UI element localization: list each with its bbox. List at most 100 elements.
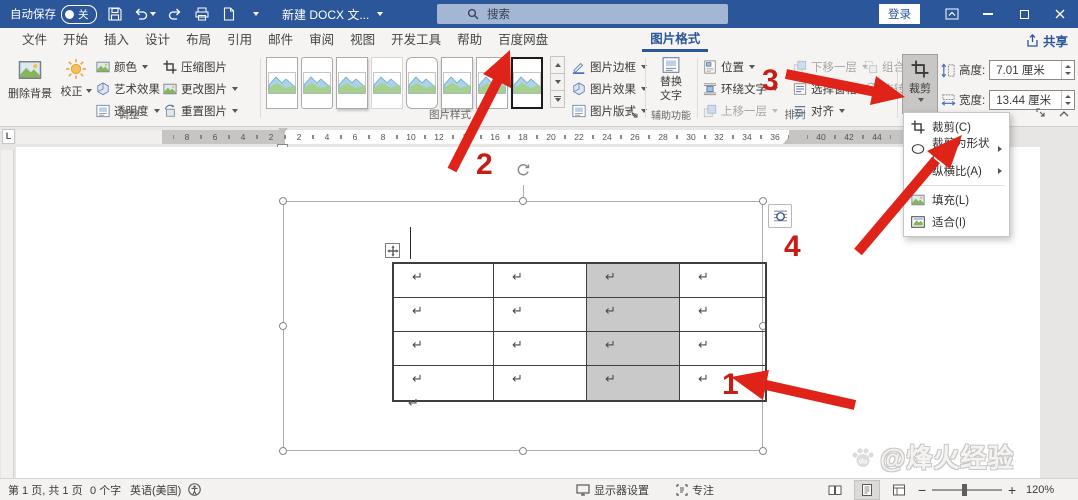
selection-pane-button[interactable]: 选择窗格 — [793, 79, 857, 98]
picture-style-thumbnail-selected[interactable] — [511, 57, 543, 109]
tab-insert[interactable]: 插入 — [96, 24, 137, 52]
height-spinner[interactable] — [1061, 61, 1074, 79]
print-button[interactable] — [193, 2, 211, 26]
document-table[interactable]: ↵↵↵↵↵↵↵↵↵↵↵↵↵↵↵↵ — [392, 262, 767, 402]
share-button[interactable]: 共享 — [1026, 31, 1068, 50]
tab-file[interactable]: 文件 — [14, 24, 55, 52]
quick-access-more-button[interactable] — [247, 2, 265, 26]
document-preview-button[interactable] — [220, 2, 238, 26]
table-move-handle[interactable] — [385, 243, 400, 258]
size-dialog-launcher[interactable] — [1036, 107, 1046, 121]
tab-selector[interactable]: L — [2, 129, 15, 144]
resize-handle-bottom-right[interactable] — [759, 447, 767, 455]
accessibility-checker-icon[interactable] — [188, 479, 201, 500]
document-page[interactable]: ↵↵↵↵↵↵↵↵↵↵↵↵↵↵↵↵ ↵ — [16, 147, 1040, 478]
menu-item-fill[interactable]: 填充(L) — [904, 189, 1009, 211]
picture-style-thumbnail[interactable] — [336, 57, 368, 109]
table-cell[interactable]: ↵ — [587, 366, 680, 400]
table-cell[interactable]: ↵ — [494, 298, 587, 332]
table-cell[interactable]: ↵ — [494, 264, 587, 298]
print-layout-button[interactable] — [854, 480, 880, 500]
right-indent-marker[interactable] — [783, 138, 793, 144]
login-button[interactable]: 登录 — [879, 4, 920, 24]
save-button[interactable] — [106, 2, 124, 26]
resize-handle-bottom-left[interactable] — [279, 447, 287, 455]
tab-home[interactable]: 开始 — [55, 24, 96, 52]
gallery-more-button[interactable] — [550, 90, 565, 108]
tab-developer[interactable]: 开发工具 — [383, 24, 449, 52]
vertical-ruler[interactable] — [1, 150, 14, 478]
read-mode-button[interactable] — [822, 480, 848, 500]
table-cell[interactable]: ↵ — [494, 366, 587, 400]
ribbon-display-options-button[interactable] — [934, 0, 970, 28]
tab-picture-format[interactable]: 图片格式 — [642, 23, 708, 52]
picture-effects-button[interactable]: 图片效果 — [572, 79, 647, 98]
picture-style-thumbnail[interactable] — [406, 57, 438, 109]
table-cell[interactable]: ↵ — [394, 332, 494, 366]
resize-handle-top-right[interactable] — [759, 197, 767, 205]
remove-background-button[interactable]: 删除背景 — [6, 58, 54, 101]
resize-handle-middle-left[interactable] — [279, 322, 287, 330]
web-layout-button[interactable] — [886, 480, 912, 500]
undo-button[interactable] — [133, 2, 157, 26]
autosave-toggle[interactable]: 自动保存 关 — [10, 5, 97, 24]
display-settings-button[interactable]: 显示器设置 — [576, 479, 649, 500]
search-box[interactable]: 搜索 — [437, 4, 728, 24]
picture-style-thumbnail[interactable] — [476, 57, 508, 109]
alt-text-button[interactable]: 替换 文字 — [650, 56, 692, 102]
wrap-text-button[interactable]: 环绕文字 — [703, 79, 778, 98]
compress-pictures-button[interactable]: 压缩图片 — [163, 57, 227, 76]
table-cell[interactable]: ↵ — [394, 264, 494, 298]
table-cell[interactable]: ↵ — [680, 264, 765, 298]
language-indicator[interactable]: 英语(美国) — [130, 479, 181, 500]
table-cell[interactable]: ↵ — [680, 366, 765, 400]
height-input[interactable]: 7.01 厘米 — [989, 60, 1075, 80]
focus-button[interactable]: 专注 — [676, 479, 714, 500]
tab-mailings[interactable]: 邮件 — [260, 24, 301, 52]
picture-style-thumbnail[interactable] — [371, 57, 403, 109]
resize-handle-top-left[interactable] — [279, 197, 287, 205]
tab-baidu-netdisk[interactable]: 百度网盘 — [490, 24, 556, 52]
word-count[interactable]: 0 个字 — [90, 479, 121, 500]
menu-item-aspect-ratio[interactable]: 纵横比(A) — [904, 160, 1009, 182]
close-button[interactable] — [1042, 0, 1078, 28]
tab-view[interactable]: 视图 — [342, 24, 383, 52]
tab-design[interactable]: 设计 — [137, 24, 178, 52]
change-picture-button[interactable]: 更改图片 — [163, 79, 238, 98]
picture-styles-dialog-launcher[interactable] — [629, 108, 639, 122]
table-cell[interactable]: ↵ — [587, 264, 680, 298]
first-line-indent-marker[interactable] — [278, 128, 288, 134]
tab-help[interactable]: 帮助 — [449, 24, 490, 52]
page-indicator[interactable]: 第 1 页, 共 1 页 — [8, 479, 83, 500]
maximize-button[interactable] — [1006, 0, 1042, 28]
picture-style-thumbnail[interactable] — [301, 57, 333, 109]
rotation-handle[interactable] — [515, 162, 531, 181]
menu-item-fit[interactable]: 适合(I) — [904, 211, 1009, 233]
picture-border-button[interactable]: 图片边框 — [572, 57, 647, 76]
collapse-ribbon-button[interactable] — [1058, 107, 1070, 121]
table-cell[interactable]: ↵ — [394, 298, 494, 332]
tab-review[interactable]: 审阅 — [301, 24, 342, 52]
gallery-scroll-up-button[interactable] — [550, 56, 565, 74]
menu-item-crop-to-shape[interactable]: 裁剪为形状(S) — [904, 138, 1009, 160]
resize-handle-top-center[interactable] — [519, 197, 527, 205]
layout-options-button[interactable] — [768, 204, 792, 228]
tab-references[interactable]: 引用 — [219, 24, 260, 52]
zoom-out-button[interactable]: − — [918, 479, 926, 500]
redo-button[interactable] — [166, 2, 184, 26]
table-cell[interactable]: ↵ — [680, 298, 765, 332]
zoom-in-button[interactable]: + — [1008, 479, 1016, 500]
zoom-slider-track[interactable] — [932, 489, 1002, 491]
minimize-button[interactable] — [970, 0, 1006, 28]
gallery-scroll-down-button[interactable] — [550, 73, 565, 91]
zoom-level[interactable]: 120% — [1026, 479, 1054, 500]
picture-style-thumbnail[interactable] — [266, 57, 298, 109]
table-cell[interactable]: ↵ — [587, 332, 680, 366]
table-cell[interactable]: ↵ — [680, 332, 765, 366]
picture-style-thumbnail[interactable] — [441, 57, 473, 109]
artistic-effects-button[interactable]: 艺术效果 — [96, 79, 171, 98]
send-backward-button[interactable]: 下移一层 — [793, 57, 868, 76]
tab-layout[interactable]: 布局 — [178, 24, 219, 52]
resize-handle-bottom-center[interactable] — [519, 447, 527, 455]
zoom-slider-thumb[interactable] — [962, 484, 967, 496]
